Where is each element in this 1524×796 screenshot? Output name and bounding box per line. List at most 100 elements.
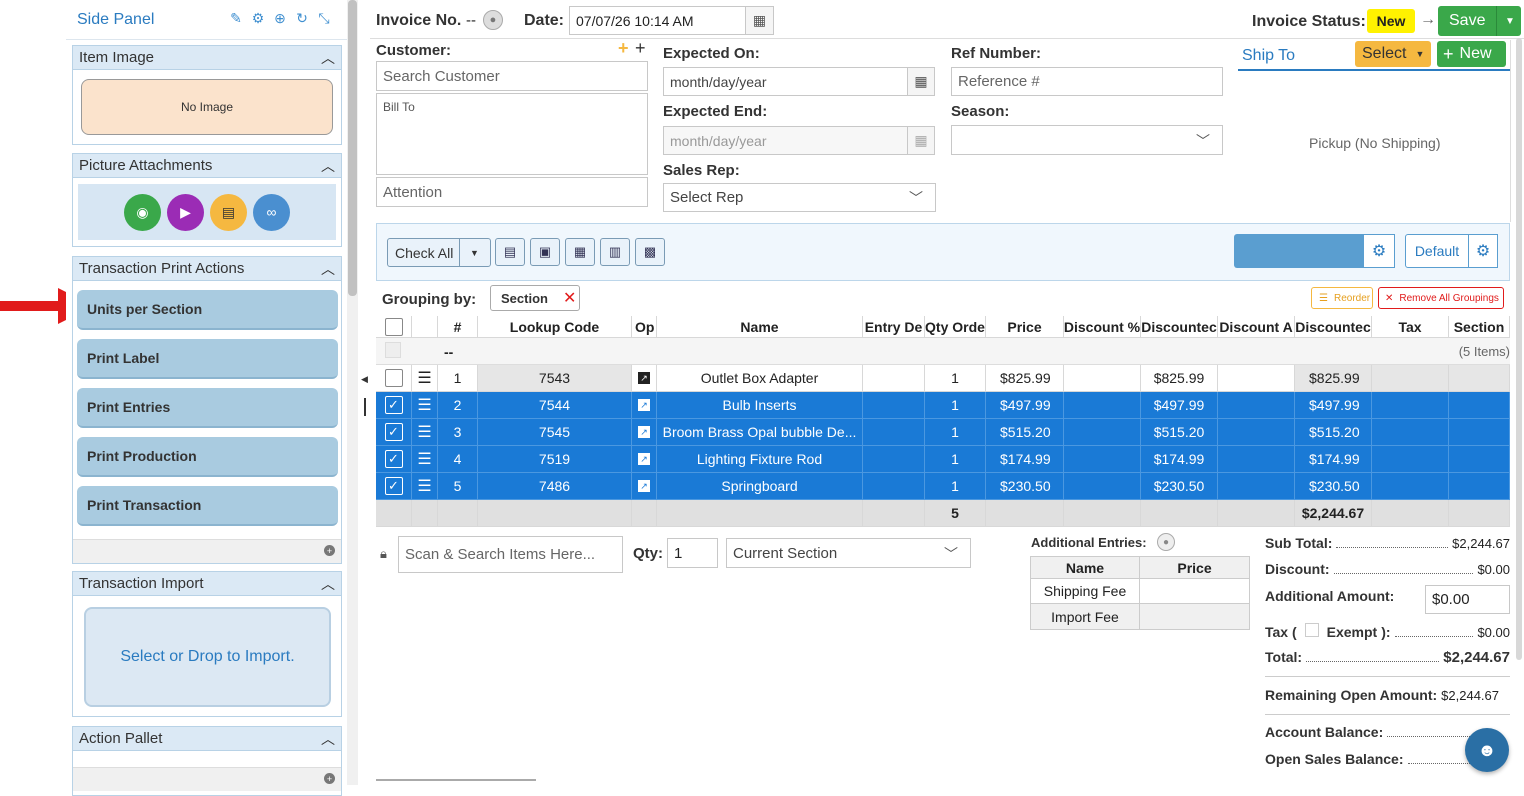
- price[interactable]: $515.20: [986, 419, 1064, 446]
- open-link-icon[interactable]: ↗: [638, 372, 650, 384]
- group-row[interactable]: -- (5 Items): [376, 338, 1510, 365]
- lookup-code[interactable]: 7486: [478, 473, 632, 500]
- grid-view-icon[interactable]: ▦: [565, 238, 595, 266]
- clipboard-icon[interactable]: ▥: [600, 238, 630, 266]
- scroll-thumb[interactable]: [348, 0, 357, 296]
- section-cell[interactable]: [1449, 473, 1510, 500]
- qty-input[interactable]: 1: [667, 538, 718, 568]
- discounted-total[interactable]: $230.50: [1295, 473, 1372, 500]
- user-icon[interactable]: ●: [1157, 533, 1175, 551]
- lookup-code[interactable]: 7543: [478, 365, 632, 392]
- column-header[interactable]: Op: [632, 316, 657, 338]
- ship-select-button[interactable]: Select ▼: [1355, 41, 1431, 67]
- column-header[interactable]: #: [438, 316, 478, 338]
- row-checkbox[interactable]: ✓: [384, 450, 403, 468]
- entry-desc[interactable]: [863, 419, 925, 446]
- discount-amount[interactable]: [1218, 446, 1295, 473]
- link-icon[interactable]: ∞: [253, 193, 290, 231]
- user-icon[interactable]: ●: [483, 10, 503, 30]
- column-header[interactable]: Tax: [1372, 316, 1449, 338]
- pencil-icon[interactable]: ✎: [228, 10, 244, 26]
- entry-desc[interactable]: [863, 446, 925, 473]
- discounted-total[interactable]: $497.99: [1295, 392, 1372, 419]
- sales-rep-select[interactable]: Select Rep ﹀: [663, 183, 936, 212]
- open-link-icon[interactable]: ↗: [638, 426, 650, 438]
- default-gear-icon[interactable]: ⚙: [1468, 234, 1498, 268]
- chevron-up-icon[interactable]: ︿: [321, 259, 335, 279]
- lookup-code[interactable]: 7544: [478, 392, 632, 419]
- item-name[interactable]: Outlet Box Adapter: [657, 365, 863, 392]
- discount-amount[interactable]: [1218, 473, 1295, 500]
- column-header[interactable]: Discount A: [1218, 316, 1295, 338]
- discounted-price[interactable]: $515.20: [1141, 419, 1218, 446]
- item-name[interactable]: Lighting Fixture Rod: [657, 446, 863, 473]
- import-drop-zone[interactable]: Select or Drop to Import.: [84, 607, 331, 707]
- print-entries-button[interactable]: Print Entries: [77, 388, 338, 428]
- entry-desc[interactable]: [863, 365, 925, 392]
- qty-ordered[interactable]: 1: [925, 365, 986, 392]
- tax-cell[interactable]: [1372, 446, 1449, 473]
- additional-entry-row[interactable]: Import Fee: [1031, 604, 1249, 629]
- layout-gear-icon[interactable]: ⚙: [1363, 234, 1395, 268]
- price[interactable]: $230.50: [986, 473, 1064, 500]
- search-customer-input[interactable]: Search Customer: [376, 61, 648, 91]
- drag-cell[interactable]: ☰: [412, 365, 438, 392]
- collapse-panel-icon[interactable]: ◀: [361, 374, 368, 385]
- attention-input[interactable]: Attention: [376, 177, 648, 207]
- splitter[interactable]: [364, 398, 366, 416]
- column-header[interactable]: Qty Orde: [925, 316, 986, 338]
- discounted-price[interactable]: $497.99: [1141, 392, 1218, 419]
- section-cell[interactable]: [1449, 419, 1510, 446]
- drag-cell[interactable]: ☰: [412, 419, 438, 446]
- caret-down-icon[interactable]: ▼: [460, 248, 479, 258]
- op-cell[interactable]: ↗: [632, 392, 657, 419]
- column-header[interactable]: Discount %: [1064, 316, 1141, 338]
- table-settings-icon[interactable]: ▤: [495, 238, 525, 266]
- side-panel-scrollbar[interactable]: [347, 0, 358, 785]
- expected-end-input[interactable]: month/day/year: [663, 126, 908, 155]
- row-number[interactable]: 1: [438, 365, 478, 392]
- document-icon[interactable]: ▤: [210, 193, 247, 231]
- season-select[interactable]: ﹀: [951, 125, 1223, 155]
- grouping-chip[interactable]: Section ✕: [490, 285, 580, 311]
- expected-on-input[interactable]: month/day/year: [663, 67, 908, 96]
- row-number[interactable]: 2: [438, 392, 478, 419]
- ship-new-button[interactable]: + New: [1437, 41, 1506, 67]
- column-header[interactable]: Name: [657, 316, 863, 338]
- tax-cell[interactable]: [1372, 419, 1449, 446]
- discounted-price[interactable]: $825.99: [1141, 365, 1218, 392]
- add-circle-icon[interactable]: ⊕: [272, 10, 288, 26]
- drag-cell[interactable]: ☰: [412, 473, 438, 500]
- checkbox-cell[interactable]: [376, 365, 412, 392]
- discounted-price[interactable]: $230.50: [1141, 473, 1218, 500]
- column-header[interactable]: Lookup Code: [478, 316, 632, 338]
- column-header[interactable]: Section: [1449, 316, 1510, 338]
- chatbot-button[interactable]: ☻: [1465, 728, 1509, 772]
- camera-icon[interactable]: ◉: [124, 193, 161, 231]
- units-per-section-button[interactable]: Units per Section: [77, 290, 338, 330]
- qty-ordered[interactable]: 1: [925, 419, 986, 446]
- header-checkbox-cell[interactable]: [376, 316, 412, 338]
- checkbox-cell[interactable]: ✓: [376, 446, 412, 473]
- discounted-total[interactable]: $825.99: [1295, 365, 1372, 392]
- item-image-header[interactable]: Item Image ︿: [73, 46, 341, 70]
- table-row[interactable]: ☰ 1 7543 ↗ Outlet Box Adapter 1 $825.99 $825.99…: [376, 365, 1510, 392]
- qty-ordered[interactable]: 1: [925, 392, 986, 419]
- scan-search-input[interactable]: Scan & Search Items Here...: [398, 536, 623, 573]
- layout-selector[interactable]: [1234, 234, 1364, 268]
- additional-entry-price[interactable]: [1140, 579, 1249, 603]
- row-checkbox[interactable]: ✓: [384, 396, 403, 414]
- date-input[interactable]: 07/07/26 10:14 AM: [569, 6, 746, 35]
- table-row[interactable]: ✓ ☰ 4 7519 ↗ Lighting Fixture Rod 1 $174.99 $174…: [376, 446, 1510, 473]
- print-actions-header[interactable]: Transaction Print Actions ︿: [73, 257, 341, 281]
- section-cell[interactable]: [1449, 392, 1510, 419]
- discount-amount[interactable]: [1218, 392, 1295, 419]
- calendar-icon[interactable]: ▦: [745, 6, 774, 35]
- entry-desc[interactable]: [863, 392, 925, 419]
- item-name[interactable]: Bulb Inserts: [657, 392, 863, 419]
- right-scrollbar[interactable]: [1516, 38, 1522, 660]
- row-checkbox[interactable]: ✓: [384, 423, 403, 441]
- discount-percent[interactable]: [1064, 392, 1141, 419]
- discounted-total[interactable]: $174.99: [1295, 446, 1372, 473]
- drag-cell[interactable]: ☰: [412, 392, 438, 419]
